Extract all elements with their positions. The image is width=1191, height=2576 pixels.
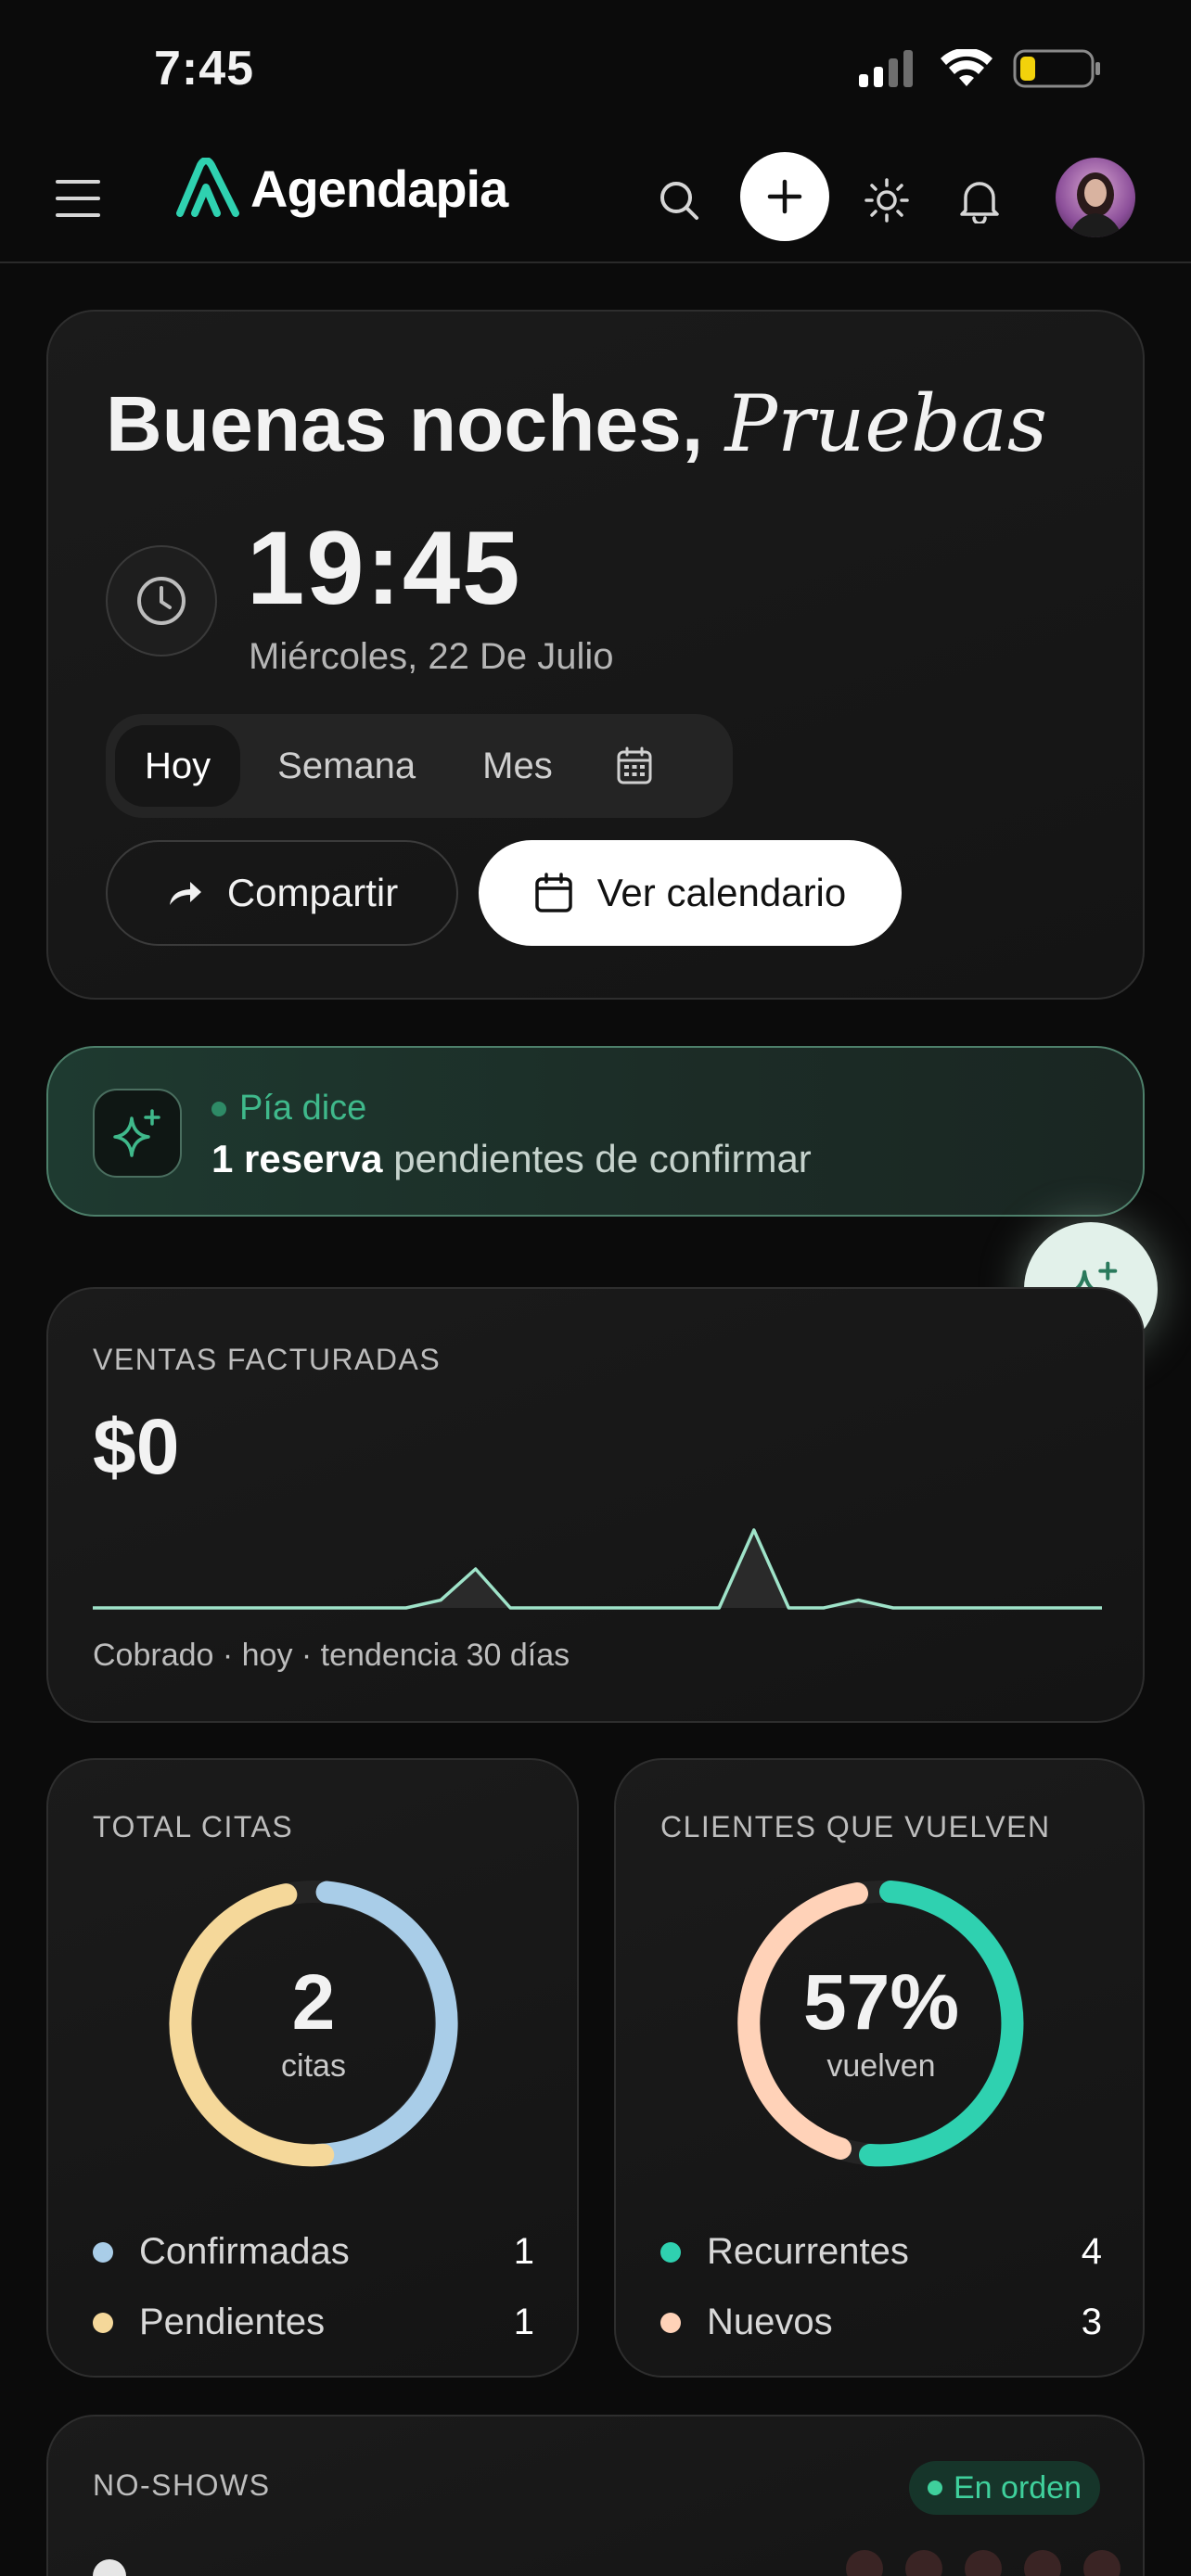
greeting-name: Pruebas	[724, 378, 1047, 469]
notifications-button[interactable]	[952, 172, 1007, 228]
sales-value: $0	[93, 1403, 180, 1490]
legend-pendientes: Pendientes 1	[93, 2302, 534, 2343]
legend-dot	[93, 2312, 113, 2333]
avatar[interactable]	[1056, 158, 1135, 237]
status-badge: En orden	[909, 2461, 1100, 2515]
tab-hoy[interactable]: Hoy	[115, 725, 241, 807]
legend-value: 3	[1081, 2302, 1102, 2342]
status-time: 7:45	[154, 42, 255, 96]
period-selector: Hoy Semana Mes	[106, 714, 733, 818]
citas-title: TOTAL CITAS	[93, 1810, 294, 1843]
status-icons	[859, 48, 1102, 89]
status-dot	[211, 1101, 226, 1116]
sparkle-icon	[113, 1109, 160, 1157]
sales-trend-sparkline	[93, 1528, 1102, 1610]
theme-toggle-button[interactable]	[859, 172, 915, 228]
greeting-title: Buenas noches, Pruebas	[106, 378, 1047, 469]
returning-percent: 57%	[802, 1958, 960, 2046]
returning-clients-card[interactable]: CLIENTES QUE VUELVEN 57% vuelven Recurre…	[614, 1758, 1145, 2378]
calendar-icon	[617, 746, 652, 784]
noshow-dot	[846, 2550, 883, 2576]
legend-recurrentes: Recurrentes 4	[660, 2231, 1102, 2273]
total-appointments-card[interactable]: TOTAL CITAS 2 citas Confirmadas 1 Pendie…	[46, 1758, 579, 2378]
legend-label: Nuevos	[707, 2302, 833, 2342]
battery-icon	[1013, 49, 1100, 88]
sales-footer: Cobrado · hoy · tendencia 30 días	[93, 1638, 570, 1673]
sparkline-line	[93, 1528, 1102, 1610]
sales-card[interactable]: VENTAS FACTURADAS $0 Cobrado · hoy · ten…	[46, 1287, 1145, 1723]
user-photo-icon	[1069, 172, 1122, 237]
date-picker-button[interactable]	[597, 725, 672, 807]
clock-badge	[106, 545, 217, 657]
menu-icon[interactable]	[56, 176, 100, 221]
search-icon	[660, 182, 698, 220]
legend-confirmadas: Confirmadas 1	[93, 2231, 534, 2273]
pia-icon-badge	[93, 1089, 182, 1178]
wifi-icon	[941, 49, 992, 86]
greeting-card: Buenas noches, Pruebas 19:45 Miércoles, …	[46, 310, 1145, 1000]
noshows-card[interactable]: NO-SHOWS En orden	[46, 2415, 1145, 2576]
pia-assistant-card[interactable]: Pía dice 1 reserva pendientes de confirm…	[46, 1046, 1145, 1217]
app-header: Agendapia	[0, 139, 1191, 263]
app-logo[interactable]: Agendapia	[174, 158, 508, 219]
current-time: 19:45	[247, 510, 522, 626]
clock-icon	[137, 577, 186, 625]
legend-nuevos: Nuevos 3	[660, 2302, 1102, 2343]
sales-title: VENTAS FACTURADAS	[93, 1343, 442, 1376]
logo-text: Agendapia	[250, 159, 508, 218]
sparkline-area	[93, 1530, 1102, 1608]
badge-label: En orden	[954, 2469, 1082, 2506]
legend-label: Recurrentes	[707, 2231, 909, 2272]
legend-dot	[660, 2241, 681, 2263]
tab-semana[interactable]: Semana	[248, 725, 445, 807]
noshow-dot	[905, 2550, 942, 2576]
plus-icon	[767, 179, 802, 214]
noshow-dots	[846, 2550, 1121, 2576]
citas-total: 2	[291, 1958, 336, 2046]
noshow-dot	[1024, 2550, 1061, 2576]
legend-dot	[660, 2312, 681, 2333]
legend-value: 1	[513, 2302, 534, 2342]
legend-dot	[93, 2241, 113, 2263]
noshow-dot	[1083, 2550, 1121, 2576]
view-calendar-label: Ver calendario	[596, 871, 847, 914]
badge-dot	[928, 2480, 942, 2495]
legend-value: 1	[513, 2231, 534, 2272]
view-calendar-button[interactable]: Ver calendario	[479, 840, 902, 946]
pia-count: 1 reserva	[211, 1137, 383, 1180]
returning-unit: vuelven	[826, 2047, 936, 2084]
share-arrow-icon	[169, 882, 201, 905]
returning-center: 57% vuelven	[733, 1875, 1030, 2172]
cellular-signal-icon	[859, 50, 913, 87]
greeting-prefix: Buenas noches,	[106, 380, 704, 467]
legend-label: Confirmadas	[139, 2231, 350, 2272]
add-button[interactable]	[740, 152, 829, 241]
citas-center: 2 citas	[165, 1875, 462, 2172]
calendar-icon	[534, 873, 572, 912]
tab-mes[interactable]: Mes	[453, 725, 583, 807]
pia-message-text: pendientes de confirmar	[393, 1137, 812, 1180]
pia-title: Pía dice	[211, 1089, 366, 1129]
noshows-title: NO-SHOWS	[93, 2468, 271, 2502]
sun-icon	[864, 178, 909, 223]
citas-unit: citas	[281, 2047, 346, 2084]
share-button[interactable]: Compartir	[106, 840, 458, 946]
noshow-dot	[965, 2550, 1002, 2576]
pia-name: Pía dice	[239, 1089, 367, 1128]
status-bar: 7:45	[0, 0, 1191, 139]
search-button[interactable]	[653, 174, 705, 226]
legend-value: 4	[1081, 2231, 1102, 2272]
current-date: Miércoles, 22 De Julio	[249, 636, 614, 677]
logo-mark-icon	[176, 158, 239, 217]
noshow-indicator	[93, 2559, 126, 2576]
bell-icon	[960, 182, 999, 223]
pia-message: 1 reserva pendientes de confirmar	[211, 1137, 812, 1181]
share-label: Compartir	[226, 871, 399, 914]
returning-title: CLIENTES QUE VUELVEN	[660, 1810, 1051, 1843]
legend-label: Pendientes	[139, 2302, 326, 2342]
